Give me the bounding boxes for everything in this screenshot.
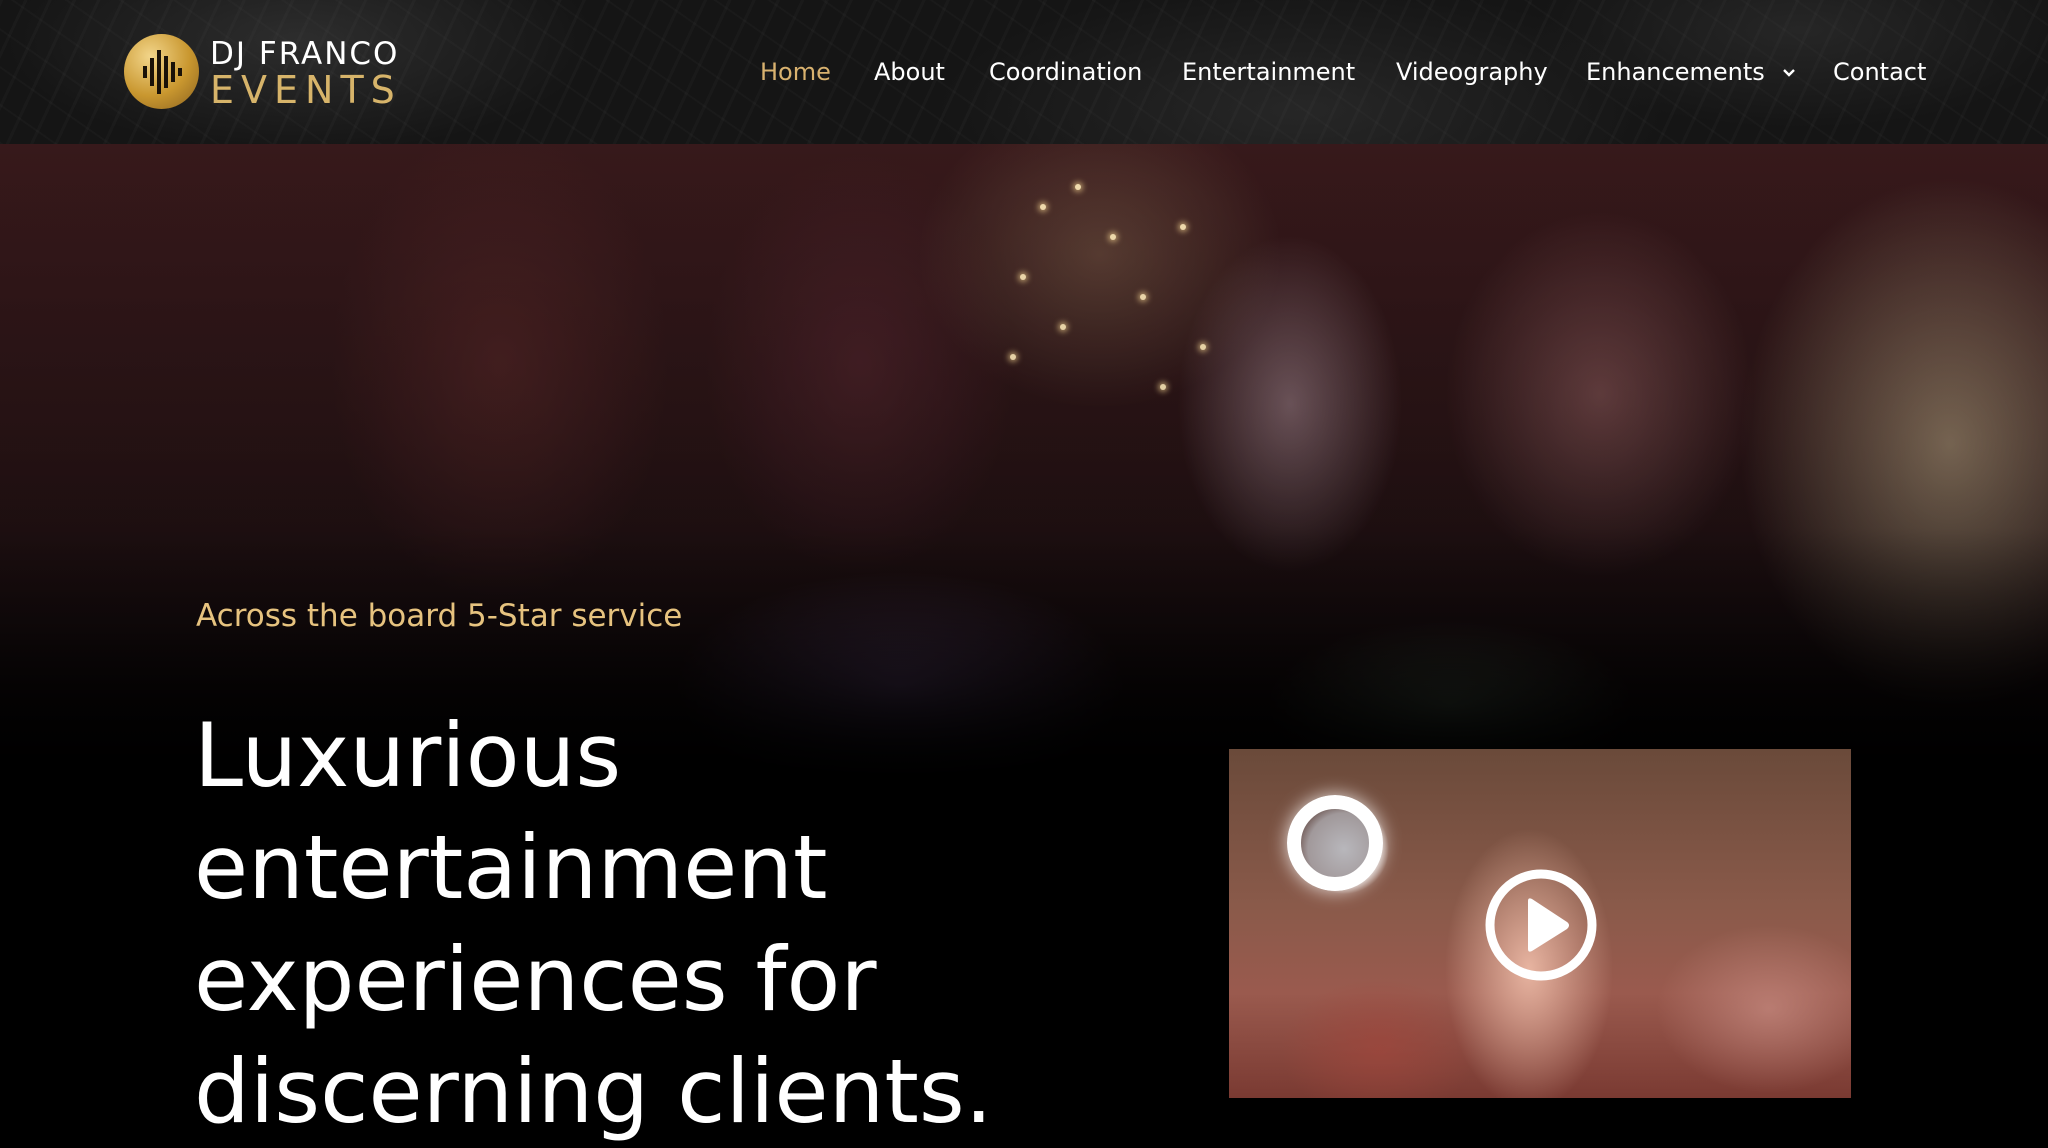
nav-item-enhancements-label: Enhancements (1586, 58, 1765, 86)
hero-tagline: Across the board 5-Star service (196, 598, 683, 634)
site-logo[interactable]: DJ FRANCO EVENTS (124, 34, 424, 112)
site-header: DJ FRANCO EVENTS Home About Coordination… (0, 0, 2048, 144)
video-thumbnail[interactable] (1229, 749, 1851, 1098)
logo-text-line2: EVENTS (210, 68, 402, 112)
logo-badge-icon (124, 34, 199, 109)
nav-item-videography[interactable]: Videography (1396, 54, 1548, 90)
logo-text-line1: DJ FRANCO (210, 36, 400, 72)
nav-item-about[interactable]: About (874, 54, 945, 90)
play-icon[interactable] (1483, 867, 1599, 983)
nav-item-contact[interactable]: Contact (1833, 54, 1926, 90)
hero-headline: Luxurious entertainment experiences for … (194, 700, 1094, 1148)
headline-line: discerning clients. (194, 1040, 993, 1143)
hero-background-image (0, 144, 2048, 784)
headline-line: experiences for (194, 928, 877, 1031)
nav-item-entertainment[interactable]: Entertainment (1182, 54, 1355, 90)
sound-bars-icon (143, 50, 182, 94)
ring-light (1287, 795, 1383, 891)
nav-item-home[interactable]: Home (760, 54, 831, 90)
headline-line: Luxurious (194, 704, 622, 807)
nav-item-coordination[interactable]: Coordination (989, 54, 1142, 90)
nav-item-enhancements[interactable]: Enhancements (1586, 54, 1796, 90)
chevron-down-icon (1783, 69, 1796, 77)
headline-line: entertainment (194, 816, 828, 919)
